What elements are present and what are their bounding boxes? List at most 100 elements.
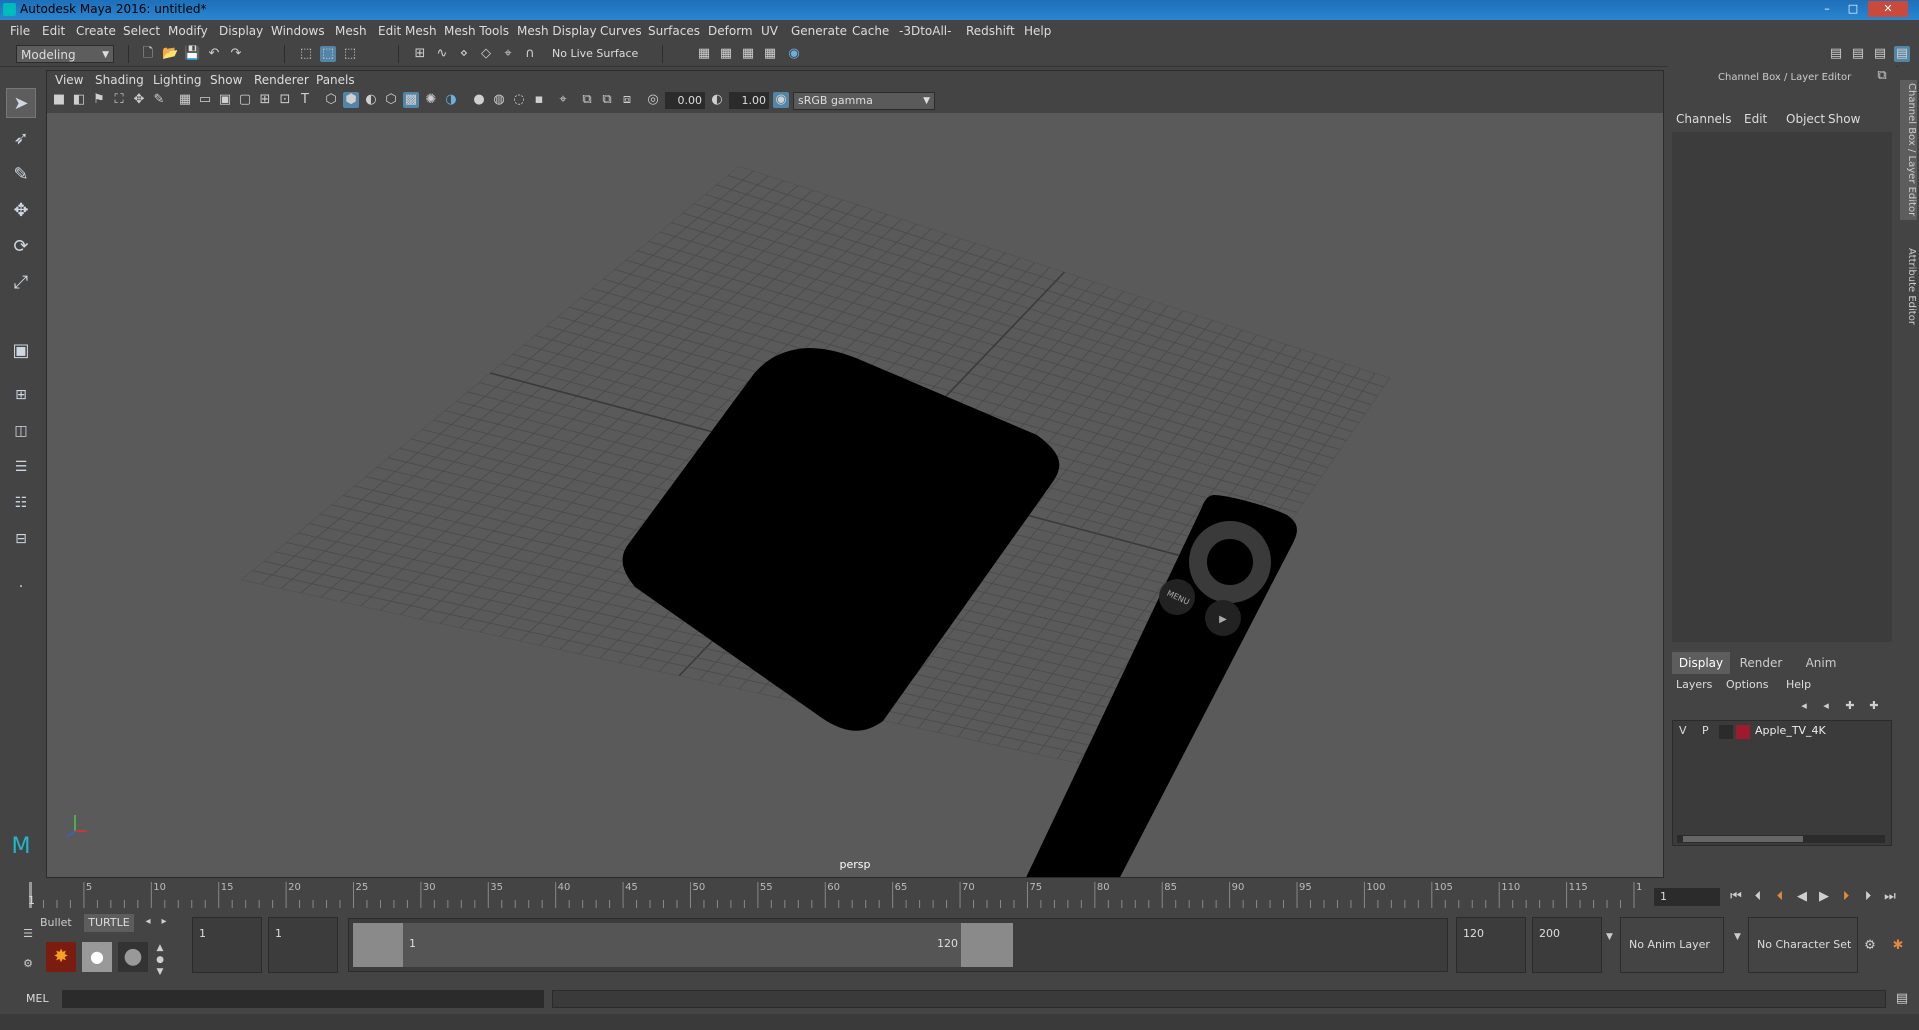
scene-start-field[interactable]: 1 bbox=[192, 917, 262, 973]
menu-mesh[interactable]: Mesh bbox=[335, 24, 367, 38]
new-scene-icon[interactable]: 🗋 bbox=[140, 46, 156, 62]
menu-3dtoall[interactable]: -3DtoAll- bbox=[899, 24, 951, 38]
save-scene-icon[interactable]: 💾 bbox=[184, 46, 200, 62]
bookmark-icon[interactable]: ⚑ bbox=[91, 92, 107, 108]
snap-grid-icon[interactable]: ⊞ bbox=[412, 46, 428, 62]
snap-live-icon[interactable]: ⌖ bbox=[500, 46, 516, 62]
exposure-field[interactable]: 0.00 bbox=[665, 92, 705, 109]
fire-shelf-icon[interactable]: ✸ bbox=[46, 942, 76, 972]
modeling-toolkit-icon[interactable]: ▤ bbox=[1828, 46, 1844, 62]
range-slider-track[interactable]: 1 120 bbox=[348, 918, 1448, 972]
step-forward-key-icon[interactable]: ⏵ bbox=[1860, 889, 1876, 905]
menu-edit[interactable]: Edit bbox=[42, 24, 65, 38]
script-editor-icon[interactable]: ▤ bbox=[1894, 991, 1910, 1007]
panel-menu-shading[interactable]: Shading bbox=[95, 73, 144, 87]
anti-aliasing-icon[interactable]: ◌ bbox=[511, 92, 527, 108]
animation-preferences-icon[interactable]: ✱ bbox=[1890, 938, 1906, 954]
maximize-button[interactable]: □ bbox=[1842, 1, 1864, 17]
scene-canvas[interactable]: MENU ▶ bbox=[47, 113, 1663, 877]
channel-list[interactable] bbox=[1672, 132, 1892, 642]
material-shelf-icon[interactable]: ● bbox=[82, 942, 112, 972]
menu-curves[interactable]: Curves bbox=[600, 24, 642, 38]
camera-attributes-icon[interactable]: ◧ bbox=[71, 92, 87, 108]
layout-outliner-icon[interactable]: ☰ bbox=[6, 452, 36, 482]
shelf-tab-left-icon[interactable]: ◂ bbox=[140, 914, 156, 930]
wireframe-icon[interactable]: ⬡ bbox=[323, 92, 339, 108]
menu-redshift[interactable]: Redshift bbox=[966, 24, 1015, 38]
shelf-tab-right-icon[interactable]: ▸ bbox=[156, 914, 172, 930]
layout-hypershade-icon[interactable]: ⊟ bbox=[6, 524, 36, 554]
menu-cache[interactable]: Cache bbox=[852, 24, 889, 38]
layer-scrollbar-thumb[interactable] bbox=[1683, 836, 1803, 842]
cb-menu-channels[interactable]: Channels bbox=[1676, 112, 1732, 126]
auto-key-icon[interactable]: ⚙ bbox=[1862, 938, 1878, 954]
menu-set-dropdown[interactable]: Modeling ▼ bbox=[16, 45, 114, 63]
panel-menu-panels[interactable]: Panels bbox=[316, 73, 355, 87]
panel-menu-view[interactable]: View bbox=[55, 73, 83, 87]
smooth-shade-icon[interactable]: ⬢ bbox=[343, 92, 359, 108]
minimize-button[interactable]: – bbox=[1816, 1, 1838, 17]
undo-icon[interactable]: ↶ bbox=[206, 46, 222, 62]
grease-pencil-icon[interactable]: ✎ bbox=[151, 92, 167, 108]
lasso-tool-icon[interactable]: ➶ bbox=[6, 124, 36, 154]
layout-four-icon[interactable]: ⊞ bbox=[6, 380, 36, 410]
menu-windows[interactable]: Windows bbox=[271, 24, 325, 38]
use-all-lights-icon[interactable]: ✺ bbox=[423, 92, 439, 108]
screen-space-ao-icon[interactable]: ● bbox=[471, 92, 487, 108]
panel-menu-lighting[interactable]: Lighting bbox=[153, 73, 202, 87]
scale-tool-icon[interactable]: ⤢ bbox=[6, 268, 36, 298]
panel-menu-renderer[interactable]: Renderer bbox=[254, 73, 309, 87]
cb-menu-show[interactable]: Show bbox=[1828, 112, 1860, 126]
layer-row[interactable]: V P Apple_TV_4K bbox=[1673, 723, 1891, 741]
gamma-icon[interactable]: ◐ bbox=[709, 92, 725, 108]
textured-icon[interactable]: ▩ bbox=[403, 92, 419, 108]
apple-tv-box[interactable] bbox=[622, 348, 1060, 731]
shelf-menu-icon[interactable]: ☰ bbox=[20, 926, 36, 942]
live-surface-label[interactable]: No Live Surface bbox=[552, 47, 638, 60]
menu-file[interactable]: File bbox=[10, 24, 30, 38]
paint-select-tool-icon[interactable]: ✎ bbox=[6, 160, 36, 190]
select-hierarchy-icon[interactable]: ⬚ bbox=[298, 46, 314, 62]
layout-graph-icon[interactable]: ☷ bbox=[6, 488, 36, 518]
channel-box-icon[interactable]: ▤ bbox=[1894, 46, 1910, 62]
shadows-icon[interactable]: ◑ bbox=[443, 92, 459, 108]
menu-modify[interactable]: Modify bbox=[168, 24, 208, 38]
menu-display[interactable]: Display bbox=[219, 24, 263, 38]
move-layer-down-icon[interactable]: ◂ bbox=[1818, 698, 1834, 714]
resolution-gate-icon[interactable]: ▣ bbox=[217, 92, 233, 108]
time-slider[interactable]: 5 10 15 20 25 30 35 40 45 50 55 60 65 70 75 80 85 90 95 100… bbox=[22, 878, 1655, 908]
play-backward-icon[interactable]: ◀ bbox=[1794, 889, 1810, 905]
safe-title-icon[interactable]: T bbox=[297, 92, 313, 108]
playback-start-field[interactable]: 1 bbox=[268, 917, 338, 973]
isolate-select-icon[interactable]: ⌖ bbox=[555, 92, 571, 108]
open-scene-icon[interactable]: 📂 bbox=[162, 46, 178, 62]
script-language-toggle[interactable]: MEL bbox=[26, 992, 49, 1005]
attribute-editor-icon[interactable]: ▤ bbox=[1850, 46, 1866, 62]
play-forward-icon[interactable]: ▶ bbox=[1816, 889, 1832, 905]
2d-pan-zoom-icon[interactable]: ✥ bbox=[131, 92, 147, 108]
select-component-icon[interactable]: ⬚ bbox=[342, 46, 358, 62]
layout-two-icon[interactable]: ◫ bbox=[6, 416, 36, 446]
custom-layout-icon[interactable]: · bbox=[6, 572, 36, 602]
step-forward-frame-icon[interactable]: ⏵ bbox=[1838, 889, 1854, 905]
safe-action-icon[interactable]: ⊡ bbox=[277, 92, 293, 108]
layer-menu-options[interactable]: Options bbox=[1726, 678, 1768, 691]
view-transform-dropdown[interactable]: sRGB gamma ▼ bbox=[793, 92, 935, 110]
float-panel-icon[interactable]: ⧉ bbox=[1874, 68, 1890, 84]
menu-deform[interactable]: Deform bbox=[708, 24, 753, 38]
hypershade-icon[interactable]: ◉ bbox=[786, 46, 802, 62]
cb-menu-edit[interactable]: Edit bbox=[1744, 112, 1767, 126]
range-start-handle[interactable] bbox=[353, 923, 403, 967]
rotate-tool-icon[interactable]: ⟳ bbox=[6, 232, 36, 262]
snap-magnet-icon[interactable]: ∩ bbox=[522, 46, 538, 62]
menu-generate[interactable]: Generate bbox=[791, 24, 847, 38]
layer-display-type[interactable] bbox=[1719, 725, 1733, 739]
xray-icon[interactable]: ⧉ bbox=[579, 92, 595, 108]
layer-tab-render[interactable]: Render bbox=[1732, 652, 1790, 674]
redo-icon[interactable]: ↷ bbox=[228, 46, 244, 62]
playback-end-field[interactable]: 120 bbox=[1456, 917, 1526, 973]
exposure-icon[interactable]: ◎ bbox=[645, 92, 661, 108]
snap-view-plane-icon[interactable]: ◇ bbox=[478, 46, 494, 62]
menu-mesh-tools[interactable]: Mesh Tools bbox=[444, 24, 509, 38]
color-management-icon[interactable]: ◉ bbox=[773, 92, 789, 108]
